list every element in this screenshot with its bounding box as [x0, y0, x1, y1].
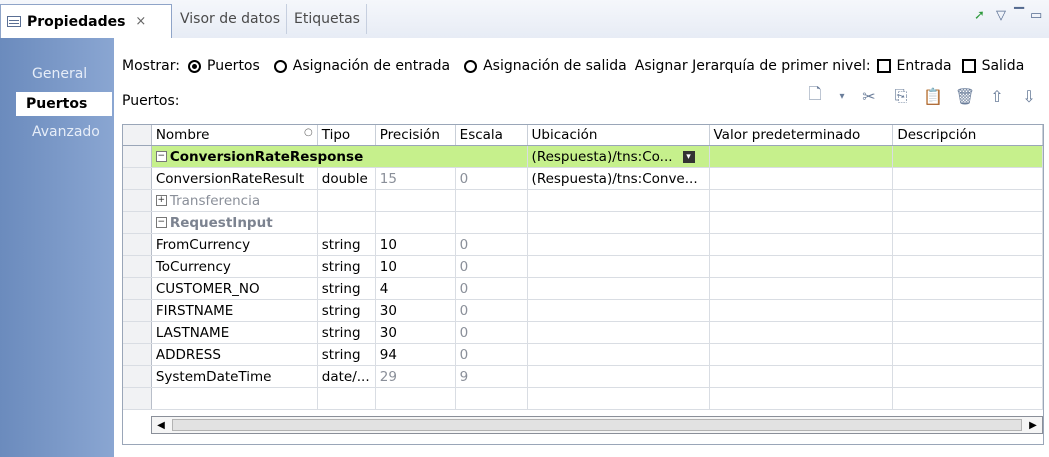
column-descripcion[interactable]: Descripción	[892, 125, 1043, 146]
checkbox-salida-label: Salida	[981, 58, 1025, 74]
nav-puertos[interactable]: Puertos	[16, 92, 112, 116]
table-row[interactable]: ToCurrency string 10 0	[123, 255, 1043, 278]
dropdown-arrow-icon[interactable]: ▾	[837, 86, 847, 106]
ports-panel: Mostrar: Puertos Asignación de entrada A…	[114, 38, 1049, 457]
table-row[interactable]: − ConversionRateResponse (Respuesta)/tns:…	[123, 145, 1043, 168]
table-row[interactable]: ADDRESS string 94 0	[123, 343, 1043, 366]
radio-asignacion-salida-label: Asignación de salida	[483, 58, 627, 74]
new-port-icon[interactable]: 🗋	[805, 84, 825, 106]
column-tipo[interactable]: Tipo	[317, 125, 376, 146]
column-nombre[interactable]: Nombre ○	[151, 125, 318, 146]
hierarchy-label: Asignar Jerarquía de primer nivel:	[634, 58, 871, 74]
column-escala[interactable]: Escala	[455, 125, 528, 146]
pin-icon[interactable]: ➚	[974, 8, 985, 23]
table-row[interactable]: FIRSTNAME string 30 0	[123, 299, 1043, 322]
checkbox-entrada-label: Entrada	[896, 58, 952, 74]
table-row[interactable]: LASTNAME string 30 0	[123, 321, 1043, 344]
radio-asignacion-entrada-label: Asignación de entrada	[292, 58, 451, 74]
checkbox-salida[interactable]	[961, 59, 976, 73]
properties-icon	[7, 16, 21, 27]
location-dropdown-icon[interactable]: ▾	[682, 150, 695, 163]
maximize-icon[interactable]: ▭	[1030, 8, 1042, 23]
section-nav: General Puertos Avanzado	[0, 38, 114, 457]
tab-visor-de-datos[interactable]: Visor de datos	[174, 4, 287, 34]
column-valor-predeterminado[interactable]: Valor predeterminado	[709, 125, 894, 146]
scroll-left-icon[interactable]: ◀	[152, 417, 170, 433]
tab-propiedades[interactable]: Propiedades ×	[0, 4, 172, 38]
show-options: Mostrar: Puertos Asignación de entrada A…	[122, 58, 1024, 74]
collapse-icon[interactable]: −	[155, 151, 167, 162]
paste-icon[interactable]: 📋	[923, 86, 943, 106]
radio-puertos-label: Puertos	[207, 58, 260, 74]
cut-icon[interactable]: ✂	[859, 86, 879, 106]
move-up-icon[interactable]: ⇧	[987, 86, 1007, 106]
table-row[interactable]: SystemDateTime date/... 29 9	[123, 365, 1043, 388]
table-row[interactable]: + Transferencia	[123, 189, 1043, 212]
collapse-icon[interactable]: −	[155, 217, 167, 228]
radio-asignacion-salida[interactable]	[464, 59, 478, 73]
horizontal-scrollbar[interactable]: ◀ ▶	[151, 416, 1043, 434]
table-row[interactable]: CUSTOMER_NO string 4 0	[123, 277, 1043, 300]
expand-icon[interactable]: +	[155, 195, 167, 206]
table-row-empty[interactable]	[123, 387, 1043, 410]
table-header: Nombre ○ Tipo Precisión Escala Ubicación …	[123, 125, 1043, 146]
tab-label: Etiquetas	[294, 11, 360, 27]
view-menu-icon[interactable]: ▽	[996, 8, 1006, 23]
nav-avanzado[interactable]: Avanzado	[10, 120, 100, 144]
column-precision[interactable]: Precisión	[375, 125, 456, 146]
ports-table: Nombre ○ Tipo Precisión Escala Ubicación …	[122, 124, 1044, 445]
close-icon[interactable]: ×	[135, 14, 146, 29]
radio-asignacion-entrada[interactable]	[273, 59, 287, 73]
tab-label: Propiedades	[27, 13, 126, 30]
tab-bar: Propiedades × Visor de datos Etiquetas ➚…	[0, 0, 1049, 39]
copy-icon[interactable]: ⎘	[891, 86, 911, 106]
minimize-icon[interactable]: ▔	[1014, 8, 1024, 23]
ports-toolbar: 🗋 ▾ ✂ ⎘ 📋 🗑 ⇧ ⇩	[805, 84, 1039, 106]
ports-grid: Nombre ○ Tipo Precisión Escala Ubicación …	[123, 125, 1043, 410]
table-row[interactable]: − RequestInput	[123, 211, 1043, 234]
nav-general[interactable]: General	[10, 62, 92, 86]
delete-icon[interactable]: 🗑	[955, 86, 975, 106]
row-header-corner	[123, 125, 152, 146]
scroll-thumb[interactable]	[172, 419, 1022, 431]
column-ubicacion[interactable]: Ubicación	[527, 125, 710, 146]
table-row[interactable]: ConversionRateResult double 15 0 (Respue…	[123, 167, 1043, 190]
tab-label: Visor de datos	[180, 11, 280, 27]
table-row[interactable]: FromCurrency string 10 0	[123, 233, 1043, 256]
ports-label: Puertos:	[122, 93, 180, 109]
tab-etiquetas[interactable]: Etiquetas	[288, 4, 367, 34]
show-label: Mostrar:	[122, 58, 180, 74]
move-down-icon[interactable]: ⇩	[1019, 86, 1039, 106]
scroll-right-icon[interactable]: ▶	[1024, 417, 1042, 433]
radio-puertos[interactable]	[188, 59, 201, 73]
checkbox-entrada[interactable]	[876, 59, 891, 73]
